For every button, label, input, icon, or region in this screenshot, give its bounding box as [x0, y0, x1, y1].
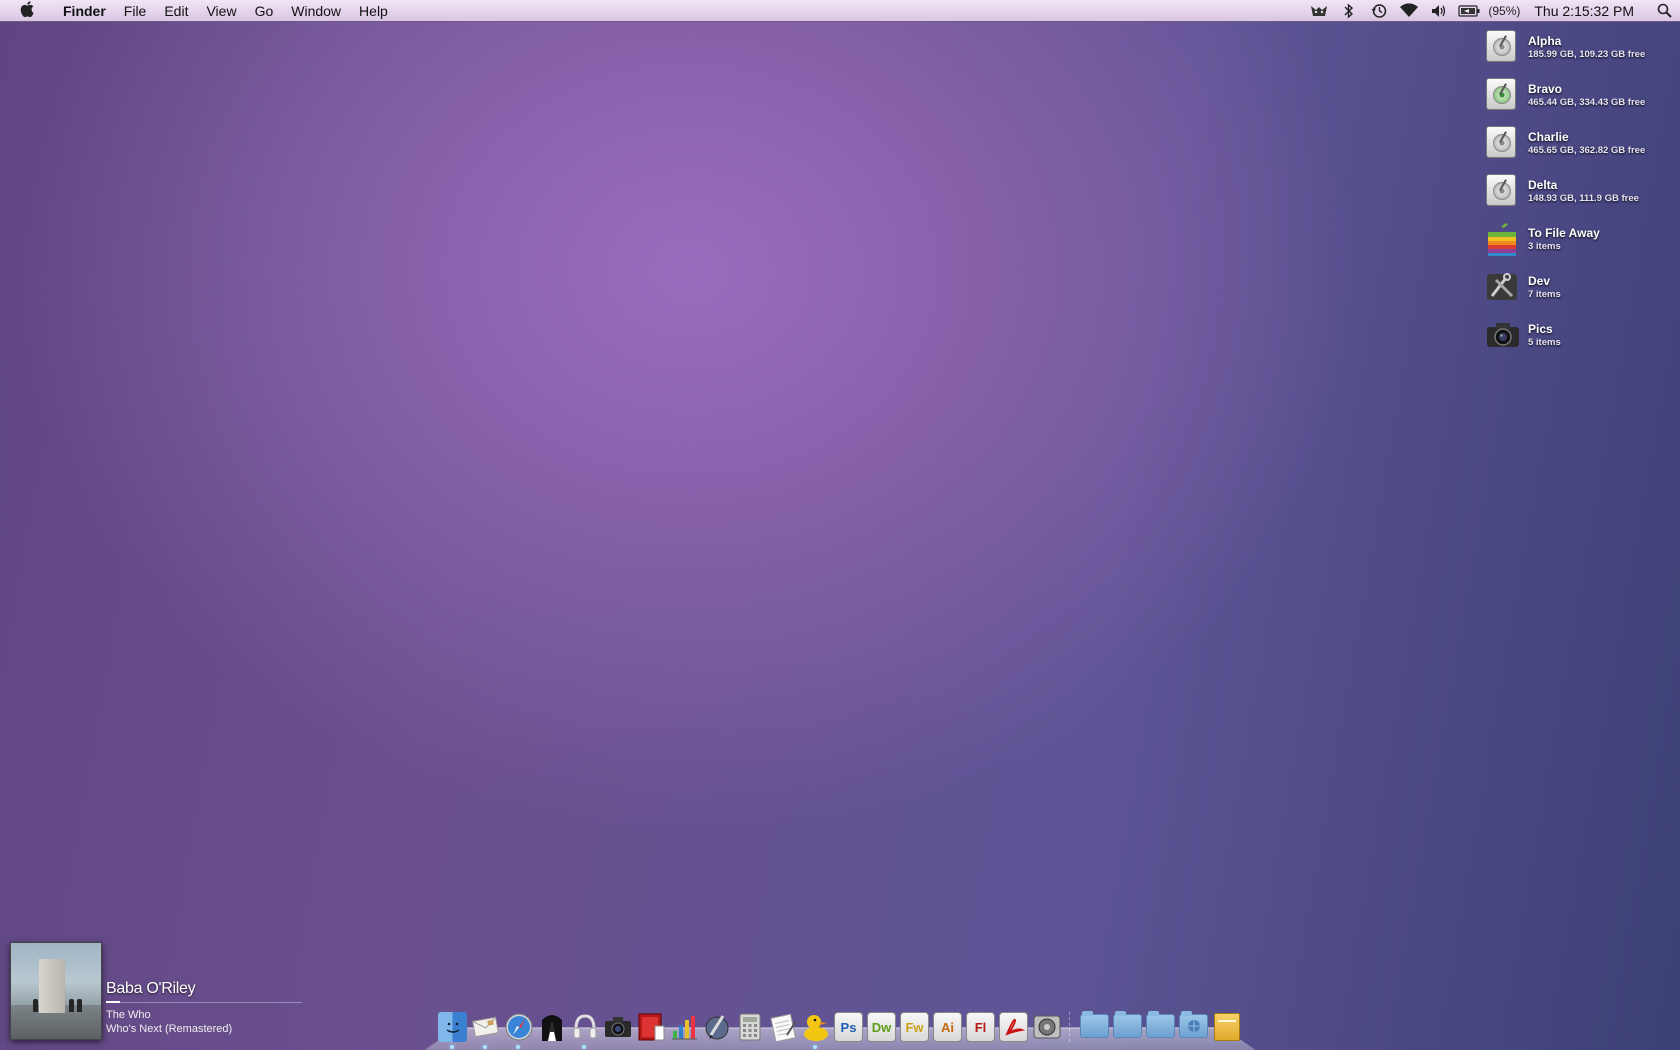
- apple-menu[interactable]: [0, 1, 54, 20]
- desktop-item-info: 5 items: [1528, 337, 1561, 348]
- illustrator-label: Ai: [941, 1019, 954, 1035]
- desktop-item-info: 465.65 GB, 362.82 GB free: [1528, 145, 1646, 156]
- dock: Ps Dw Fw Ai Fl: [438, 1006, 1245, 1049]
- wifi-icon[interactable]: [1394, 0, 1424, 21]
- dreamweaver-label: Dw: [871, 1019, 892, 1035]
- menu-view[interactable]: View: [197, 0, 245, 22]
- desktop-item-name: Pics: [1528, 322, 1553, 336]
- dock-textedit-icon[interactable]: [768, 1012, 797, 1042]
- time-machine-icon[interactable]: [1364, 0, 1394, 21]
- desktop-item-dev[interactable]: Dev 7 items: [1486, 270, 1676, 318]
- hard-drive-icon: [1486, 174, 1520, 208]
- desktop-item-delta[interactable]: Delta 148.93 GB, 111.9 GB free: [1486, 174, 1676, 222]
- dock-camera-icon[interactable]: [603, 1012, 632, 1042]
- dock-mail-icon[interactable]: [471, 1012, 500, 1049]
- fireworks-label: Fw: [905, 1019, 924, 1035]
- desktop-item-info: 148.93 GB, 111.9 GB free: [1528, 193, 1639, 204]
- desktop-item-alpha[interactable]: Alpha 185.99 GB, 109.23 GB free: [1486, 30, 1676, 78]
- dock-finder-icon[interactable]: [438, 1012, 467, 1049]
- menu-help[interactable]: Help: [350, 0, 397, 22]
- menu-window[interactable]: Window: [282, 0, 350, 22]
- desktop-item-name: To File Away: [1528, 226, 1600, 240]
- desktop-item-name: Charlie: [1528, 130, 1569, 144]
- dock-system-preferences-icon[interactable]: [1032, 1012, 1061, 1042]
- dock-documents-folder-icon[interactable]: [1113, 1011, 1142, 1042]
- track-artist: The Who: [106, 1009, 151, 1021]
- dock-downloads-folder-icon[interactable]: [1146, 1011, 1175, 1042]
- dock-photo-booth-icon[interactable]: [636, 1012, 665, 1042]
- flash-label: Fl: [974, 1019, 987, 1035]
- apple-logo-icon: [20, 1, 34, 20]
- growl-icon[interactable]: [1304, 0, 1334, 21]
- volume-icon[interactable]: [1424, 0, 1454, 21]
- desktop-item-name: Bravo: [1528, 82, 1563, 96]
- photoshop-label: Ps: [840, 1019, 857, 1035]
- spotlight-icon[interactable]: [1648, 0, 1680, 21]
- battery-icon[interactable]: [1454, 0, 1484, 21]
- dock-stack-icon[interactable]: [1212, 1012, 1241, 1042]
- dock-adium-icon[interactable]: [537, 1012, 566, 1042]
- desktop-item-info: 465.44 GB, 334.43 GB free: [1528, 97, 1646, 108]
- hard-drive-icon: [1486, 30, 1520, 64]
- dock-dreamweaver-icon[interactable]: Dw: [867, 1012, 896, 1042]
- dock-fireworks-icon[interactable]: Fw: [900, 1012, 929, 1042]
- dock-itunes-icon[interactable]: [570, 1012, 599, 1049]
- hard-drive-icon: [1486, 78, 1520, 112]
- track-progress-bar: [106, 1001, 302, 1003]
- desktop-item-pics[interactable]: Pics 5 items: [1486, 318, 1676, 366]
- dock-flash-icon[interactable]: Fl: [966, 1012, 995, 1042]
- battery-percent[interactable]: (95%): [1484, 4, 1524, 18]
- desktop-item-name: Dev: [1528, 274, 1551, 288]
- desktop-item-info: 3 items: [1528, 241, 1561, 252]
- desktop-item-name: Alpha: [1528, 34, 1562, 48]
- dock-cyberduck-icon[interactable]: [801, 1012, 830, 1049]
- apple-folder-icon: [1486, 222, 1520, 256]
- menu-go[interactable]: Go: [246, 0, 283, 22]
- desktop-item-info: 185.99 GB, 109.23 GB free: [1528, 49, 1646, 60]
- bluetooth-icon[interactable]: [1334, 0, 1364, 21]
- menu-edit[interactable]: Edit: [155, 0, 197, 22]
- dock-calculator-icon[interactable]: [735, 1012, 764, 1042]
- menu-finder[interactable]: Finder: [54, 0, 115, 22]
- menubar-clock[interactable]: Thu 2:15:32 PM: [1524, 3, 1648, 19]
- desktop-item-charlie[interactable]: Charlie 465.65 GB, 362.82 GB free: [1486, 126, 1676, 174]
- dock-applications-folder-icon[interactable]: [1080, 1011, 1109, 1042]
- hard-drive-icon: [1486, 126, 1520, 160]
- desktop-item-info: 7 items: [1528, 289, 1561, 300]
- desktop-item-name: Delta: [1528, 178, 1558, 192]
- dock-separator: [1069, 1012, 1073, 1042]
- dock-sites-folder-icon[interactable]: [1179, 1011, 1208, 1042]
- album-art[interactable]: [10, 942, 102, 1040]
- desktop-item-to-file-away[interactable]: To File Away 3 items: [1486, 222, 1676, 270]
- tools-folder-icon: [1486, 270, 1520, 304]
- desktop-items: Alpha 185.99 GB, 109.23 GB free Bravo 465.…: [1486, 30, 1676, 366]
- dock-acrobat-icon[interactable]: [999, 1012, 1028, 1042]
- track-progress-fill: [106, 1001, 120, 1003]
- menu-file[interactable]: File: [115, 0, 156, 22]
- dock-script-editor-icon[interactable]: [702, 1012, 731, 1042]
- track-title: Baba O'Riley: [106, 980, 196, 997]
- status-area: (95%) Thu 2:15:32 PM: [1304, 0, 1680, 21]
- dock-illustrator-icon[interactable]: Ai: [933, 1012, 962, 1042]
- dock-photoshop-icon[interactable]: Ps: [834, 1012, 863, 1042]
- dock-numbers-icon[interactable]: [669, 1012, 698, 1042]
- dock-safari-icon[interactable]: [504, 1012, 533, 1049]
- menu-bar: Finder File Edit View Go Window Help (95…: [0, 0, 1680, 22]
- track-album: Who's Next (Remastered): [106, 1023, 233, 1035]
- desktop-item-bravo[interactable]: Bravo 465.44 GB, 334.43 GB free: [1486, 78, 1676, 126]
- camera-folder-icon: [1486, 318, 1520, 352]
